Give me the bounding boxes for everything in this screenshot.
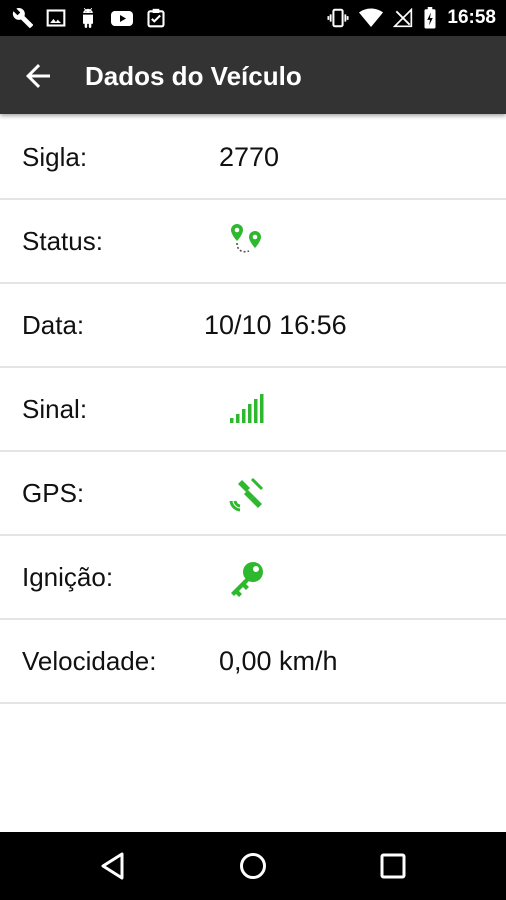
clipboard-check-icon xyxy=(147,8,165,28)
detail-row-ignicao: Ignição: xyxy=(0,536,506,620)
velocidade-value: 0,00 km/h xyxy=(219,646,338,676)
recents-square-icon xyxy=(380,853,406,879)
image-icon xyxy=(46,9,66,27)
wrench-icon xyxy=(12,8,34,29)
wifi-icon xyxy=(359,8,384,27)
detail-row-status: Status: xyxy=(0,200,506,284)
sinal-label: Sinal: xyxy=(22,394,88,424)
signal-bars-icon xyxy=(230,394,264,423)
status-bar: 16:58 xyxy=(0,0,506,36)
detail-row-data: Data: 10/10 16:56 xyxy=(0,284,506,368)
vehicle-details-list: Sigla: 2770 Status: Data: 10/10 16:56 Si… xyxy=(0,116,506,704)
velocidade-label: Velocidade: xyxy=(22,646,157,676)
detail-row-velocidade: Velocidade: 0,00 km/h xyxy=(0,620,506,704)
nav-home-button[interactable] xyxy=(237,850,269,882)
app-bar: Dados do Veículo xyxy=(0,36,506,114)
navigation-bar xyxy=(0,832,506,900)
back-triangle-icon xyxy=(101,852,124,880)
status-label: Status: xyxy=(22,226,103,256)
notification-icons xyxy=(12,7,166,29)
youtube-icon xyxy=(111,11,133,26)
nav-back-button[interactable] xyxy=(97,850,129,882)
nav-recents-button[interactable] xyxy=(377,850,409,882)
data-label: Data: xyxy=(22,310,85,340)
no-signal-icon xyxy=(393,8,413,28)
data-value: 10/10 16:56 xyxy=(204,310,347,340)
home-circle-icon xyxy=(240,853,266,879)
battery-charging-icon xyxy=(424,7,436,29)
page-title: Dados do Veículo xyxy=(85,61,302,91)
ignicao-label: Ignição: xyxy=(22,562,114,592)
key-icon xyxy=(231,562,263,597)
arrow-back-icon xyxy=(26,64,50,88)
satellite-icon xyxy=(229,477,264,512)
system-icons: 16:58 xyxy=(327,7,496,29)
detail-row-gps: GPS: xyxy=(0,452,506,536)
clock-time: 16:58 xyxy=(447,7,496,28)
route-pins-icon xyxy=(231,224,261,253)
sigla-value: 2770 xyxy=(219,142,280,172)
gps-label: GPS: xyxy=(22,478,85,508)
android-icon xyxy=(83,8,93,28)
back-button[interactable] xyxy=(20,58,56,94)
detail-row-sigla: Sigla: 2770 xyxy=(0,116,506,200)
sigla-label: Sigla: xyxy=(22,142,88,172)
detail-row-sinal: Sinal: xyxy=(0,368,506,452)
vibrate-icon xyxy=(327,8,349,28)
